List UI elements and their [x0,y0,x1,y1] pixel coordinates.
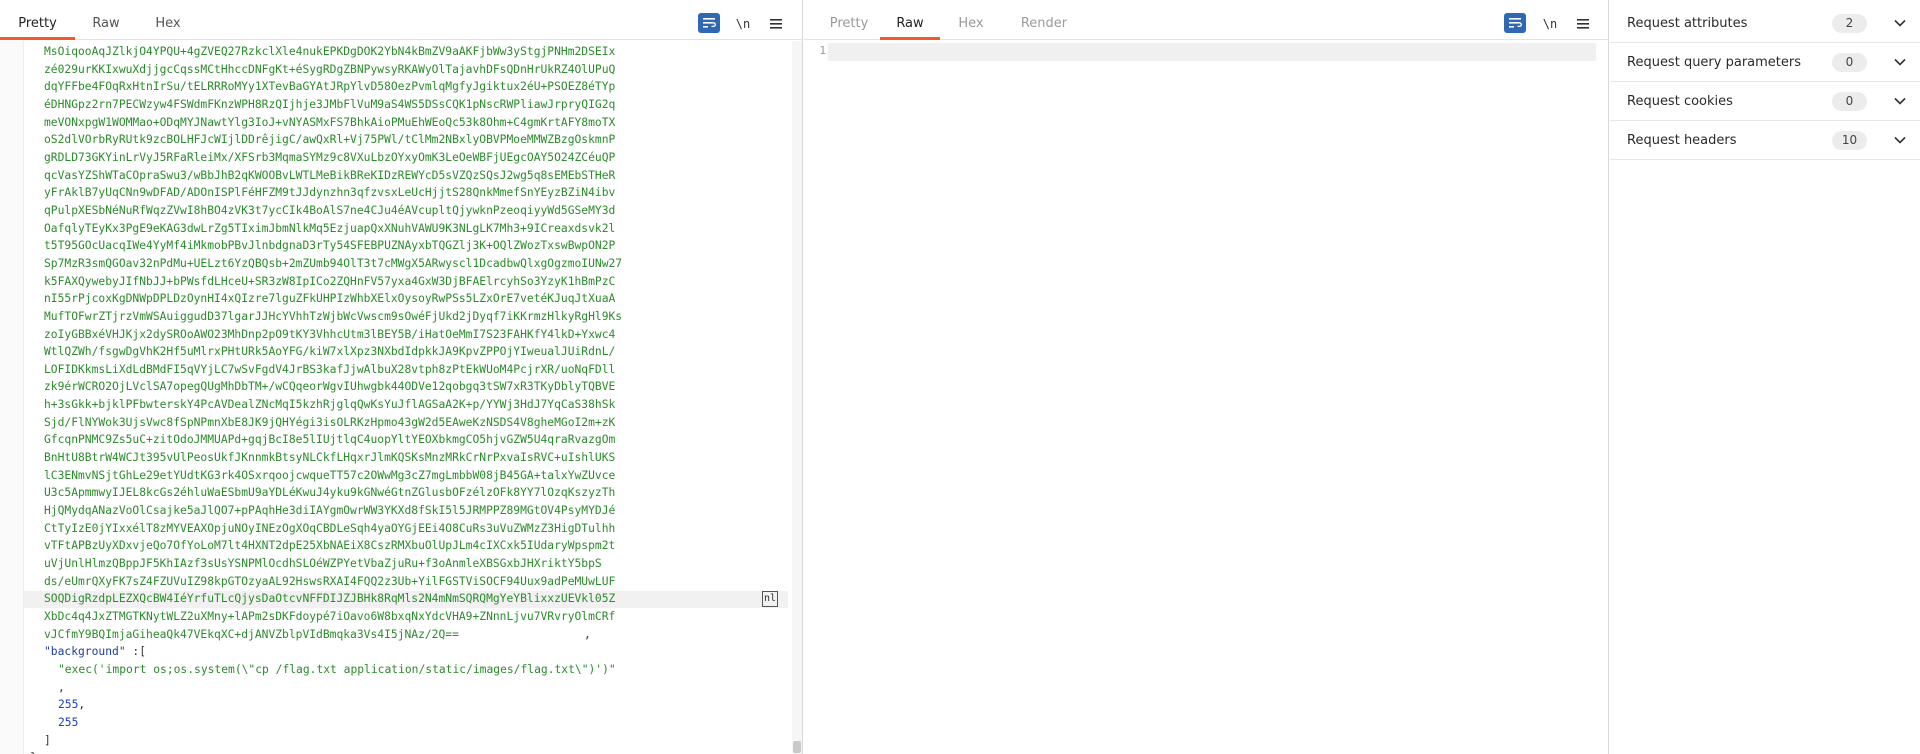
menu-button[interactable] [766,13,786,35]
base64-line: oS2dlVOrbRyRUtk9zcBOLHFJcWIjlDDrêjigC/aw… [44,133,616,147]
chevron-down-icon[interactable] [1892,54,1908,70]
exec-payload-line: "exec('import os;os.system(\"cp /flag.tx… [44,661,724,679]
base64-line: k5FAXQywebyJIfNbJJ+bPWsfdLHceU+SR3zW8IpI… [44,274,616,288]
burp-message-editor: Pretty Raw Hex \n nl MsOiqooAqJZlkjO4YPQ… [0,0,1920,754]
current-line-highlight [828,43,1596,61]
base64-line: WtlQZWh/fsgwDgVhK2Hf5uMlrxPHtURk5AoYFG/k… [44,345,616,359]
inspector-section-label: Request cookies [1627,93,1733,109]
wrap-lines-icon [1509,18,1522,28]
number-line-2: 255 [58,715,79,729]
close-brace-line: } [30,749,724,754]
inspector-section-request-attributes[interactable]: Request attributes 2 [1610,4,1920,43]
count-badge: 0 [1832,52,1867,72]
base64-image-data: MsOiqooAqJZlkjO4YPQU+4gZVEQ27RzkclXle4nu… [44,43,724,643]
base64-line: XbDc4q4JxZTMGTKNytWLZ2uXMny+lAPm2sDKFdoy… [44,610,616,623]
request-gutter [0,41,24,754]
inspector-section-label: Request attributes [1627,15,1748,31]
base64-line: ds/eUmrQXyFK7sZ4FZUVuIZ98kpGTOzyaAL92Hsw… [44,574,616,588]
show-newlines-button[interactable]: \n [733,13,753,35]
inspector-section-request-headers[interactable]: Request headers 10 [1610,121,1920,160]
text-cursor: nl [762,591,778,607]
base64-line: zé029urKKIxwuXdjjgcCqssMCtHhccDNFgKt+éSy… [44,62,616,76]
tab-raw[interactable]: Raw [75,10,137,40]
base64-line: HjQMydqANazVoOlCsajke5aJlQO7+pPAqhHe3diI… [44,504,616,518]
response-pane: Pretty Raw Hex Render \n 1 [804,0,1609,754]
menu-button[interactable] [1573,13,1593,35]
response-gutter: 1 [804,41,828,754]
base64-line: LOFIDKkmsLiXdLdBMdFI5qVYjLC7wSvFgdV4JrBS… [44,362,616,376]
base64-line: OafqlyTEyKx3PgE9eKAG3dwLrZg5TIximJbmNlkM… [44,221,616,235]
base64-line: yFrAklB7yUqCNn9wDFAD/ADOnISPlFéHFZM9tJJd… [44,186,616,200]
tab-render[interactable]: Render [1002,10,1086,40]
exec-payload-string: "exec('import os;os.system(\"cp /flag.tx… [58,662,616,676]
inspector-section-request-query-parameters[interactable]: Request query parameters 0 [1610,43,1920,82]
tab-pretty[interactable]: Pretty [0,10,75,40]
hamburger-menu-icon [770,19,782,29]
comma-line: , [58,680,65,694]
base64-line: éDHNGpz2rn7PECWzyw4FSWdmFKnzWPH8RzQIjhje… [44,97,616,111]
base64-line: CtTyIzE0jYIxxélT8zMYVEAXOpjuNOyINEzOgXOq… [44,521,616,535]
base64-line: qcVasYZShWTaCOpraSwu3/wBbJhB2qKWOOBvLWTL… [44,168,616,182]
request-tabbar: Pretty Raw Hex \n [0,10,802,40]
base64-line: GfcqnPNMC9Zs5uC+zitOdoJMMUAPd+gqjBcI8e5l… [44,433,616,447]
tab-hex[interactable]: Hex [137,10,199,40]
request-pane: Pretty Raw Hex \n nl MsOiqooAqJZlkjO4YPQ… [0,0,803,754]
count-badge: 2 [1832,13,1867,33]
base64-line: MsOiqooAqJZlkjO4YPQU+4gZVEQ27RzkclXle4nu… [44,45,616,58]
base64-line: MufTOFwrZTjrzVmWSAuiggudD37lgarJJHcYVhhT… [44,309,623,323]
base64-line: dqYFFbe4FOqRxHtnIrSu/tELRRRoMYy1XTevBaGY… [44,80,616,94]
base64-line: gRDLD73GKYinLrVyJ5RFaRleiMx/XFSrb3MqmaSY… [44,150,616,164]
background-key-line: "background" :[ [44,645,147,659]
request-body[interactable]: MsOiqooAqJZlkjO4YPQU+4gZVEQ27RzkclXle4nu… [30,43,724,754]
base64-line: uVjUnlHlmzQBppJF5KhIAzf3sUsYSNPMlOcdhSLO… [44,557,602,571]
show-newlines-button[interactable]: \n [1540,13,1560,35]
base64-line: Sp7MzR3smQGOav32nPdMu+UELzt6YzQBQsb+2mZU… [44,256,623,270]
response-tabbar: Pretty Raw Hex Render \n [804,10,1608,40]
tab-raw[interactable]: Raw [880,10,940,40]
tab-pretty[interactable]: Pretty [818,10,880,40]
inspector-section-label: Request query parameters [1627,54,1802,70]
inspector-section-label: Request headers [1627,132,1737,148]
base64-line: meVONxpgW1WOMMao+ODqMYJNawtYlg3IoJ+vNYAS… [44,115,616,129]
base64-line: BnHtU8BtrW4WCJt395vUlPeosUkfJKnnmkBtsyNL… [44,451,616,465]
base64-line: nI55rPjcoxKgDNWpDPLDzOynHI4xQIzre7lguZFk… [44,292,616,306]
base64-line: t5T95GOcUacqIWe4YyMf4iMkmobPBvJlnbdgnaD3… [44,239,616,253]
wrap-lines-button[interactable] [698,13,720,33]
base64-line: qPulpXESbNéNuRfWqzZVwI8hBO4zVK3t7ycCIk4B… [44,203,616,217]
base64-line: U3c5ApmmwyIJEL8kcGs2éhluWaESbmU9aYDLéKwu… [44,486,616,500]
response-editor[interactable]: 1 [804,41,1608,754]
json-key-background: "background" [44,645,126,659]
chevron-down-icon[interactable] [1892,93,1908,109]
tab-hex[interactable]: Hex [940,10,1002,40]
base64-line: lC3ENmvNSjtGhLe29etYUdtKG3rk4OSxrqoojcwq… [44,468,616,482]
base64-line: vTFtAPBzUyXDxvjeQo7OfYoLoM7lt4HXNT2dpE25… [44,539,616,553]
request-editor[interactable]: nl MsOiqooAqJZlkjO4YPQU+4gZVEQ27RzkclXle… [0,41,802,754]
chevron-down-icon[interactable] [1892,132,1908,148]
scrollbar-thumb[interactable] [793,741,801,753]
inspector-section-request-cookies[interactable]: Request cookies 0 [1610,82,1920,121]
wrap-lines-icon [703,18,716,28]
chevron-down-icon[interactable] [1892,15,1908,31]
inspector-panel: Request attributes 2 Request query paramet… [1610,0,1920,754]
base64-line: h+3sGkk+bjklPFbwterskY4PcAVDealZNcMqI5kz… [44,398,616,412]
base64-line: zoIyGBBxéVHJKjx2dySROoAWO23MhDnp2pO9tKY3… [44,327,616,341]
base64-line: SOQDigRzdpLEZXQcBW4IéYrfuTLcQjysDaOtcvNF… [44,592,616,606]
close-bracket-line: ] [44,733,51,747]
wrap-lines-button[interactable] [1504,13,1526,33]
base64-line: Sjd/FlNYWok3UjsVwc8fSpNPmnXbE8JK9jQHYégi… [44,415,616,429]
request-vertical-scrollbar[interactable] [792,41,802,754]
count-badge: 0 [1832,91,1867,111]
base64-line: zk9érWCRO2OjLVclSA7opegQUgMhDbTM+/wCQqeo… [44,380,616,394]
hamburger-menu-icon [1577,19,1589,29]
line-number: 1 [819,44,826,57]
count-badge: 10 [1832,130,1867,150]
number-line-1: 255, [58,698,86,712]
base64-end-comma: , [584,627,591,641]
